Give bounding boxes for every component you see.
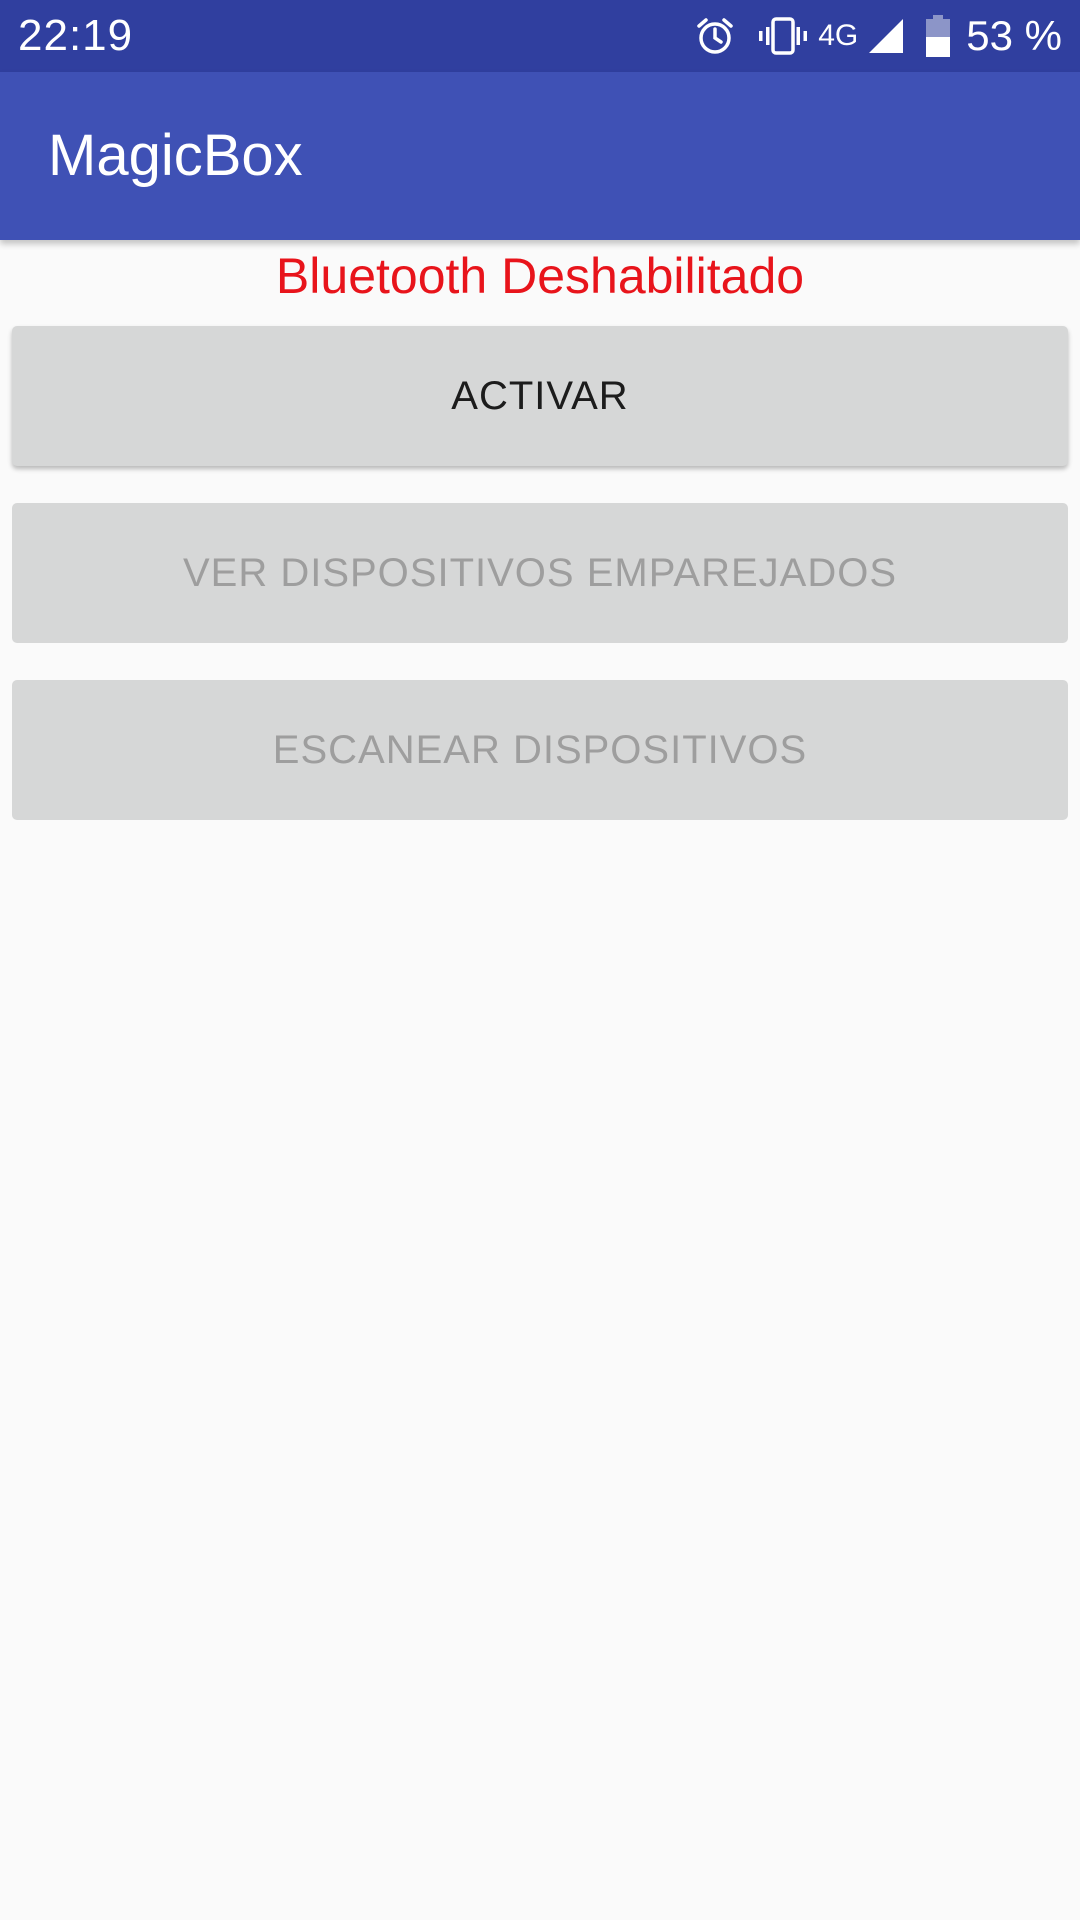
app-title: MagicBox bbox=[48, 123, 303, 188]
status-time: 22:19 bbox=[18, 11, 134, 60]
app-bar: MagicBox bbox=[0, 72, 1080, 240]
bluetooth-status-text: Bluetooth Deshabilitado bbox=[275, 248, 805, 304]
status-icons: 4G 53 % bbox=[694, 0, 1062, 72]
activate-bluetooth-button[interactable]: ACTIVAR bbox=[12, 326, 1068, 466]
scan-devices-button[interactable]: ESCANEAR DISPOSITIVOS bbox=[12, 680, 1068, 820]
battery-icon bbox=[926, 15, 951, 57]
alarm-icon bbox=[694, 15, 736, 57]
vibrate-icon bbox=[758, 15, 808, 57]
battery-percent: 53 % bbox=[966, 12, 1062, 59]
status-bar: 22:19 4G 53 % bbox=[0, 0, 1080, 72]
network-type: 4G bbox=[818, 19, 859, 52]
paired-devices-button[interactable]: VER DISPOSITIVOS EMPAREJADOS bbox=[12, 503, 1068, 643]
signal-icon bbox=[868, 18, 904, 54]
